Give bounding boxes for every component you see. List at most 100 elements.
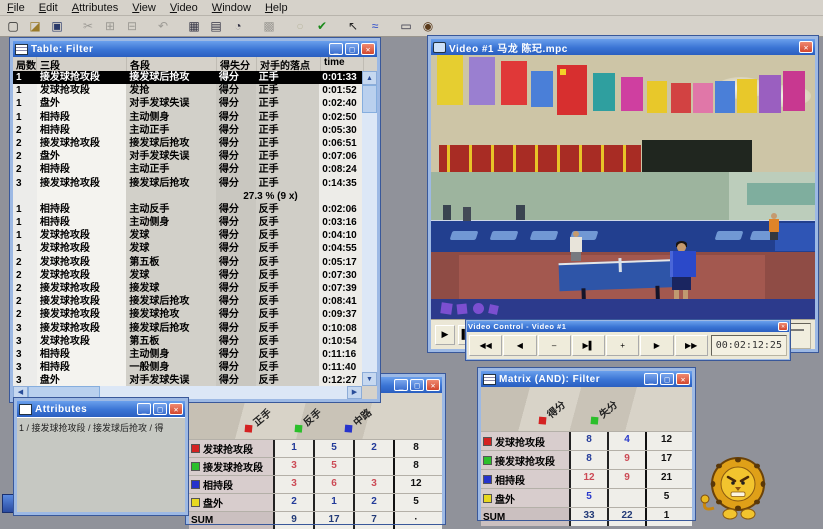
minus-button[interactable]: – — [538, 335, 571, 356]
step-forward-button[interactable]: ▶ — [640, 335, 673, 356]
table-row[interactable]: 1相持段主动侧身得分反手0:03:16 — [13, 216, 362, 229]
minimize-button[interactable]: _ — [644, 373, 658, 385]
paste-icon[interactable]: ⊟ — [122, 17, 142, 35]
table-row[interactable]: 3盘外对手发球失误得分反手0:12:27 — [13, 374, 362, 386]
save-icon[interactable]: ▣ — [47, 17, 67, 35]
cut-icon[interactable]: ✂ — [78, 17, 98, 35]
table-row[interactable]: 2接发球抢攻段接发球后抢攻得分正手0:06:51 — [13, 137, 362, 150]
grid-icon[interactable]: ▩ — [259, 17, 279, 35]
table-window-titlebar[interactable]: Table: Filter _ □ ✕ — [13, 41, 377, 57]
plus-button[interactable]: + — [606, 335, 639, 356]
table-cell: 盘外 — [37, 374, 126, 386]
matrix-row-label-text: 接发球抢攻段 — [203, 459, 263, 474]
column-header[interactable]: 三段 — [37, 57, 127, 71]
table-row[interactable]: 1发球抢攻段发抢得分正手0:01:52 — [13, 84, 362, 97]
new-document-icon[interactable]: ▢ — [3, 17, 23, 35]
close-button[interactable]: ✕ — [778, 322, 788, 331]
table-row[interactable]: 3相持段主动侧身得分反手0:11:16 — [13, 348, 362, 361]
table-row[interactable]: 3发球抢攻段第五板得分反手0:10:54 — [13, 335, 362, 348]
table-row[interactable]: 2接发球抢攻段接发球抢攻得分反手0:09:37 — [13, 308, 362, 321]
filmstrip-icon[interactable]: ▤ — [206, 17, 226, 35]
scroll-right-icon[interactable]: ▶ — [347, 386, 362, 399]
video-clip-icon[interactable]: ▦ — [184, 17, 204, 35]
table-row[interactable]: 3接发球抢攻段接发球后抢攻得分正手0:14:35 — [13, 177, 362, 190]
column-header[interactable]: 得失分 — [217, 57, 257, 71]
table-row[interactable]: 1相持段主动反手得分反手0:02:06 — [13, 203, 362, 216]
clock-icon[interactable]: ◔ — [228, 17, 248, 35]
vertical-scrollbar[interactable]: ▲ ▼ — [362, 71, 377, 386]
table-cell: 得分 — [216, 256, 256, 269]
close-button[interactable]: ✕ — [799, 41, 813, 53]
menu-item-window[interactable]: Window — [205, 2, 258, 14]
table-row[interactable]: 2发球抢攻段发球得分反手0:07:30 — [13, 269, 362, 282]
video-display[interactable] — [431, 55, 815, 319]
check-icon[interactable]: ✔ — [312, 17, 332, 35]
step-back-button[interactable]: ◀ — [503, 335, 536, 356]
close-button[interactable]: ✕ — [361, 43, 375, 55]
open-folder-icon[interactable]: ◪ — [25, 17, 45, 35]
table-row[interactable]: 2相持段主动正手得分正手0:08:24 — [13, 163, 362, 176]
table-row[interactable]: 2相持段主动正手得分正手0:05:30 — [13, 124, 362, 137]
table-row[interactable]: 2盘外对手发球失误得分正手0:07:06 — [13, 150, 362, 163]
menu-item-help[interactable]: Help — [258, 2, 295, 14]
table-row[interactable]: 2接发球抢攻段接发球得分反手0:07:39 — [13, 282, 362, 295]
column-header[interactable]: 局数 — [13, 57, 37, 71]
camera-icon[interactable]: ◉ — [418, 17, 438, 35]
minimize-button[interactable]: _ — [329, 43, 343, 55]
play-pause-button[interactable]: ▶▌ — [572, 335, 605, 356]
pointer-icon[interactable]: ↖ — [343, 17, 363, 35]
scroll-down-icon[interactable]: ▼ — [362, 372, 377, 386]
monitor-icon[interactable]: ▭ — [396, 17, 416, 35]
maximize-button[interactable]: □ — [660, 373, 674, 385]
close-button[interactable]: ✕ — [676, 373, 690, 385]
table-cell: 反手 — [256, 308, 320, 321]
table-cell: 得分 — [216, 163, 256, 176]
attributes-titlebar[interactable]: Attributes _ □ ✕ — [17, 401, 185, 417]
column-header[interactable]: time — [321, 57, 364, 71]
menu-item-view[interactable]: View — [125, 2, 163, 14]
table-cell — [13, 190, 37, 203]
table-row[interactable]: 1相持段主动侧身得分正手0:02:50 — [13, 111, 362, 124]
video-control-titlebar[interactable]: Video Control - Video #1 ✕ — [467, 321, 789, 332]
undo-icon[interactable]: ↶ — [153, 17, 173, 35]
table-row[interactable]: 3接发球抢攻段接发球后抢攻得分反手0:10:08 — [13, 322, 362, 335]
column-header[interactable]: 各段 — [127, 57, 217, 71]
table-row[interactable]: 1盘外对手发球失误得分正手0:02:40 — [13, 97, 362, 110]
close-button[interactable]: ✕ — [169, 403, 183, 415]
stats-icon[interactable]: ≈ — [365, 17, 385, 35]
maximize-button[interactable]: □ — [153, 403, 167, 415]
table-row[interactable]: 2接发球抢攻段接发球后抢攻得分反手0:08:41 — [13, 295, 362, 308]
table-cell: 发球抢攻段 — [37, 242, 126, 255]
lightbulb-icon[interactable]: ○ — [290, 17, 310, 35]
menu-item-file[interactable]: File — [0, 2, 32, 14]
matrix-column-header: ◆ 正手 — [239, 404, 274, 437]
table-row[interactable]: 1发球抢攻段发球得分反手0:04:10 — [13, 229, 362, 242]
menu-item-attributes[interactable]: Attributes — [65, 2, 125, 14]
matrix-column-header: ◆ 得分 — [533, 396, 568, 429]
video-window-titlebar[interactable]: Video #1 马龙 陈玘.mpc ✕ — [431, 39, 815, 55]
rewind-button[interactable]: ◀◀ — [469, 335, 502, 356]
menu-item-edit[interactable]: Edit — [32, 2, 65, 14]
table-cell: 正手 — [256, 84, 320, 97]
column-header[interactable]: 对手的落点 — [257, 57, 321, 71]
minimize-button[interactable]: _ — [394, 379, 408, 391]
table-row[interactable]: 27.3 % (9 x) — [13, 190, 362, 203]
table-row[interactable]: 1接发球抢攻段接发球后抢攻得分正手0:01:33 — [13, 71, 362, 84]
scroll-up-icon[interactable]: ▲ — [362, 71, 377, 85]
table-cell: 得分 — [216, 282, 256, 295]
minimize-button[interactable]: _ — [137, 403, 151, 415]
table-cell: 2 — [13, 282, 37, 295]
menu-item-video[interactable]: Video — [163, 2, 205, 14]
scrollbar-thumb[interactable] — [362, 85, 377, 113]
fast-forward-button[interactable]: ▶▶ — [675, 335, 708, 356]
table-row[interactable]: 1发球抢攻段发球得分反手0:04:55 — [13, 242, 362, 255]
matrix-and-titlebar[interactable]: Matrix (AND): Filter _ □ ✕ — [481, 371, 692, 387]
play-button[interactable]: ▶ — [435, 325, 455, 345]
table-cell: 得分 — [216, 348, 256, 361]
close-button[interactable]: ✕ — [426, 379, 440, 391]
maximize-button[interactable]: □ — [410, 379, 424, 391]
maximize-button[interactable]: □ — [345, 43, 359, 55]
copy-icon[interactable]: ⊞ — [100, 17, 120, 35]
table-row[interactable]: 2发球抢攻段第五板得分反手0:05:17 — [13, 256, 362, 269]
table-row[interactable]: 3相持段一般侧身得分反手0:11:40 — [13, 361, 362, 374]
